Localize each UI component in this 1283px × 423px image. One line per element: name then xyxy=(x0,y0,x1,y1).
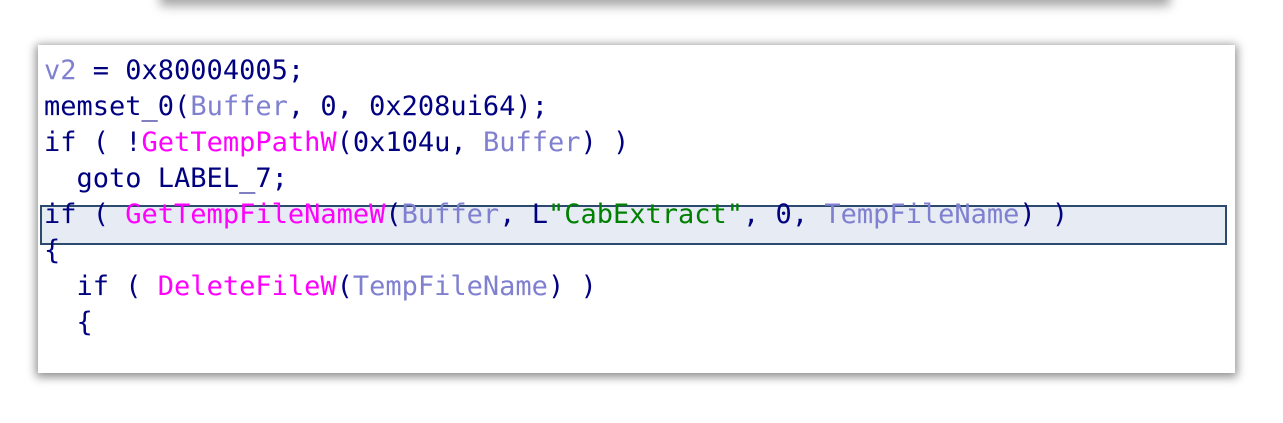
variable-token: Buffer xyxy=(482,127,581,158)
variable-token: v2 xyxy=(44,55,77,86)
variable-token: TempFileName xyxy=(824,199,1020,230)
variable-token: Buffer xyxy=(401,199,500,230)
code-token: ) ) xyxy=(547,271,597,302)
code-token: if ( ! xyxy=(44,127,142,158)
code-token: = 0x80004005; xyxy=(76,55,305,86)
code-token: memset_0( xyxy=(44,91,191,122)
code-token: ) ) xyxy=(1019,199,1069,230)
code-token: , 0, xyxy=(743,199,825,230)
function-token: GetTempFileNameW xyxy=(125,199,386,230)
variable-token: TempFileName xyxy=(352,271,548,302)
code-token: if ( xyxy=(44,199,126,230)
code-token: ) ) xyxy=(580,127,630,158)
code-line[interactable]: if ( !GetTempPathW(0x104u, Buffer) ) xyxy=(44,125,1068,161)
code-token: ( xyxy=(336,271,353,302)
code-token: ( xyxy=(385,199,402,230)
code-line[interactable]: memset_0(Buffer, 0, 0x208ui64); xyxy=(44,89,1068,125)
code-line[interactable]: { xyxy=(44,233,1068,269)
code-line[interactable]: { xyxy=(44,305,1068,341)
pseudocode-panel[interactable]: v2 = 0x80004005; memset_0(Buffer, 0, 0x20… xyxy=(38,45,1235,373)
code-token: { xyxy=(44,235,61,266)
code-line-highlighted[interactable]: if ( GetTempFileNameW(Buffer, L"CabExtra… xyxy=(44,197,1068,233)
code-token: , L xyxy=(499,199,548,230)
pseudocode-listing[interactable]: v2 = 0x80004005; memset_0(Buffer, 0, 0x20… xyxy=(44,53,1068,341)
code-token: { xyxy=(44,307,93,338)
code-line[interactable]: v2 = 0x80004005; xyxy=(44,53,1068,89)
code-token: (0x104u, xyxy=(336,127,483,158)
code-line[interactable]: goto LABEL_7; xyxy=(44,161,1068,197)
code-line[interactable]: if ( DeleteFileW(TempFileName) ) xyxy=(44,269,1068,305)
string-token: "CabExtract" xyxy=(547,199,744,230)
function-token: GetTempPathW xyxy=(141,127,337,158)
code-token: goto LABEL_7; xyxy=(44,163,288,194)
code-token: if ( xyxy=(44,271,158,302)
variable-token: Buffer xyxy=(190,91,288,122)
function-token: DeleteFileW xyxy=(157,271,337,302)
code-token: , 0, 0x208ui64); xyxy=(287,91,548,122)
